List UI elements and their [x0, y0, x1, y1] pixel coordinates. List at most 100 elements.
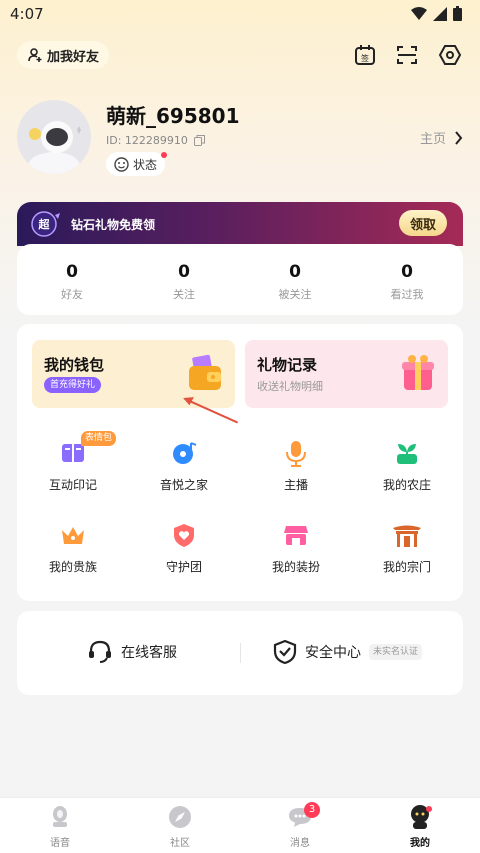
scan-icon[interactable] — [393, 41, 421, 69]
wallet-badge: 首充得好礼 — [44, 377, 102, 393]
wallet-title: 我的钱包 — [44, 356, 105, 374]
chevron-right-icon — [455, 130, 463, 145]
grid-item-farm[interactable]: 我的农庄 — [357, 438, 457, 493]
stat-friends[interactable]: 0 好友 — [17, 262, 127, 302]
svg-text:签: 签 — [361, 53, 369, 63]
user-id-text: ID: 122289910 — [106, 134, 188, 147]
services-panel: 我的钱包 首充得好礼 礼物记录 收送礼物明细 表情包 互动印记 音悦之家 主播 … — [17, 324, 463, 601]
sprout-icon — [392, 438, 422, 468]
grid-item-anchor[interactable]: 主播 — [246, 438, 346, 493]
sticker-tag: 表情包 — [81, 431, 117, 446]
tab-label: 社区 — [170, 838, 190, 849]
music-disc-icon — [169, 438, 199, 468]
grid-label: 音悦之家 — [159, 478, 208, 492]
stat-following[interactable]: 0 关注 — [129, 262, 239, 302]
gift-record-subtitle: 收送礼物明细 — [257, 380, 323, 393]
grid-label: 守护团 — [165, 560, 202, 574]
stat-value: 0 — [178, 262, 190, 282]
signal-icon — [433, 6, 447, 21]
settings-hex-icon[interactable] — [436, 41, 464, 69]
smile-icon — [114, 156, 129, 172]
grid-label: 我的农庄 — [382, 478, 431, 492]
stat-value: 0 — [66, 262, 78, 282]
sign-in-calendar-icon[interactable]: 签 — [351, 41, 379, 69]
wifi-icon — [411, 6, 427, 20]
tab-me[interactable]: 我的 — [390, 804, 450, 849]
compass-icon — [167, 804, 193, 830]
gate-icon — [392, 520, 422, 550]
avatar[interactable] — [17, 100, 91, 174]
add-friend-button[interactable]: 加我好友 — [17, 41, 110, 69]
voice-tab-icon — [47, 804, 73, 830]
grid-item-nobility[interactable]: 我的贵族 — [23, 520, 123, 575]
tab-label: 我的 — [410, 838, 430, 849]
bottom-tab-bar: 语音 社区 3 消息 我的 — [0, 797, 480, 853]
user-id: ID: 122289910 — [106, 134, 205, 147]
grid-item-sect[interactable]: 我的宗门 — [357, 520, 457, 575]
tab-messages[interactable]: 3 消息 — [270, 802, 330, 849]
tab-community[interactable]: 社区 — [150, 804, 210, 849]
gift-record-card[interactable]: 礼物记录 收送礼物明细 — [245, 340, 448, 408]
status-time: 4:07 — [10, 5, 44, 23]
claim-button[interactable]: 领取 — [399, 210, 447, 236]
divider — [240, 643, 241, 663]
battery-icon — [453, 6, 462, 21]
grid-item-music-home[interactable]: 音悦之家 — [134, 438, 234, 493]
grid-label: 我的贵族 — [48, 560, 97, 574]
security-center-label: 安全中心 — [305, 645, 361, 661]
store-icon — [281, 520, 311, 550]
heart-shield-icon — [169, 520, 199, 550]
microphone-icon — [281, 438, 311, 468]
unverified-tag: 未实名认证 — [369, 644, 423, 660]
super-badge-icon: 超 — [31, 211, 60, 237]
gift-record-title: 礼物记录 — [257, 356, 318, 374]
online-service-button[interactable]: 在线客服 — [87, 639, 177, 665]
message-count-badge: 3 — [304, 802, 320, 818]
super-badge-text: 超 — [38, 217, 51, 231]
grid-label: 互动印记 — [48, 478, 97, 492]
crown-icon — [58, 520, 88, 550]
stat-visitors[interactable]: 0 看过我 — [352, 262, 462, 302]
grid-label: 我的装扮 — [271, 560, 320, 574]
status-dot — [161, 152, 168, 158]
shield-check-icon — [273, 639, 297, 665]
grid-label: 主播 — [283, 478, 308, 492]
tab-label: 语音 — [50, 838, 70, 849]
top-bar: 加我好友 签 — [0, 38, 480, 72]
status-button[interactable]: 状态 — [106, 152, 168, 176]
headset-icon — [89, 640, 111, 663]
security-center-button[interactable]: 安全中心 未实名认证 — [273, 639, 423, 665]
stat-value: 0 — [401, 262, 413, 282]
stat-label: 好友 — [61, 288, 83, 301]
grid-item-guard-team[interactable]: 守护团 — [134, 520, 234, 575]
stat-value: 0 — [289, 262, 301, 282]
grid-label: 我的宗门 — [382, 560, 431, 574]
stat-label: 被关注 — [278, 288, 312, 301]
status-bar: 4:07 — [0, 0, 480, 28]
online-service-label: 在线客服 — [121, 645, 177, 661]
profile-section: 萌新_695801 ID: 122289910 状态 主页 — [17, 100, 463, 180]
stats-panel: 0 好友 0 关注 0 被关注 0 看过我 — [17, 244, 463, 315]
wallet-icon — [189, 354, 221, 390]
me-notification-dot — [426, 806, 432, 812]
copy-icon[interactable] — [193, 135, 205, 146]
grid-item-dressup[interactable]: 我的装扮 — [246, 520, 346, 575]
add-user-icon — [28, 48, 42, 62]
grid-item-interaction-marks[interactable]: 表情包 互动印记 — [23, 431, 123, 493]
stat-label: 关注 — [173, 288, 195, 301]
tab-label: 消息 — [290, 838, 310, 849]
home-label: 主页 — [419, 132, 446, 147]
stat-label: 看过我 — [390, 288, 424, 301]
tab-voice[interactable]: 语音 — [30, 804, 90, 849]
promo-text: 钻石礼物免费领 — [71, 218, 156, 232]
gift-box-icon — [402, 355, 434, 390]
status-label: 状态 — [133, 157, 158, 172]
stat-followers[interactable]: 0 被关注 — [240, 262, 350, 302]
annotation-arrow-icon — [183, 397, 239, 424]
nickname: 萌新_695801 — [106, 104, 240, 128]
status-icons — [411, 6, 462, 21]
support-panel: 在线客服 安全中心 未实名认证 — [17, 611, 463, 695]
add-friend-label: 加我好友 — [47, 49, 100, 65]
diamond-gift-banner[interactable]: 超 钻石礼物免费领 领取 — [17, 202, 463, 246]
home-page-link[interactable]: 主页 — [420, 128, 463, 147]
